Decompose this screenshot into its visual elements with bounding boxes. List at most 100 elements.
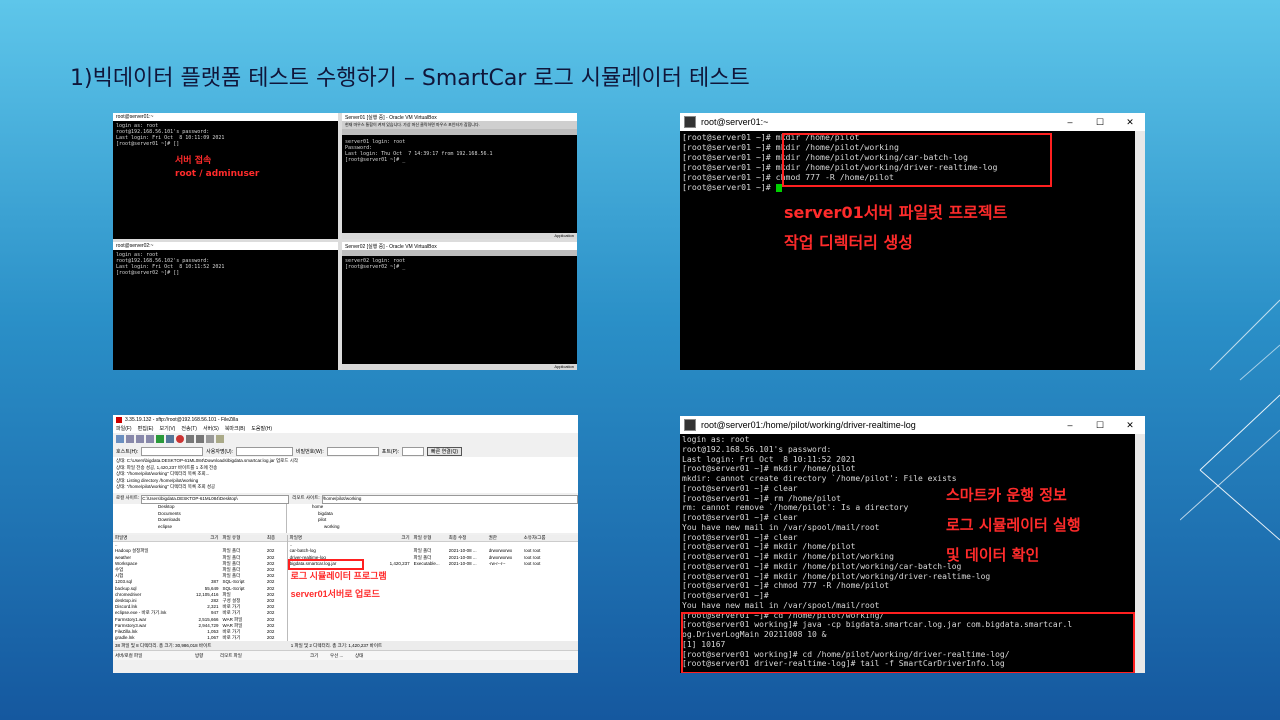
panel-server-login: root@server01:~ login as: root root@192.… [113,113,577,370]
column-header[interactable]: 우선 ... [330,651,355,660]
queue-header: 서버/로컬 파일 방향 리모트 파일 크기 우선 ... 상태 [113,650,578,660]
column-header[interactable]: 크기 [380,535,409,541]
annotation-line-1: server01서버 파일럿 프로젝트 [784,203,1008,222]
terminal-line: [root@server01 ~]# mkdir /home/pilot [682,464,856,474]
table-cell: root root [523,560,541,566]
column-header[interactable]: 파일 유형 [219,535,267,541]
column-header[interactable]: 서버/로컬 파일 [113,651,195,660]
port-input[interactable] [401,446,424,456]
local-site-path-input[interactable]: C:\Users\bigdata.DESKTOP-61ML084\Desktop… [141,495,290,504]
vertical-scrollbar[interactable] [1135,131,1145,370]
toolbar [113,433,578,445]
column-header[interactable]: 파일명 [288,535,380,541]
close-button[interactable]: ✕ [1115,420,1145,431]
toggle-queue-icon[interactable] [146,435,154,443]
column-header[interactable]: 크기 [310,651,330,660]
tree-item[interactable]: working [312,524,578,531]
column-header[interactable]: 리모트 파일 [220,651,310,660]
remote-site-path-input[interactable]: /home/pilot/working [321,495,578,504]
terminal-line: [root@server01 ~]# mkdir /home/pilot/wor… [682,552,894,561]
menu-bookmark[interactable]: 북마크(B) [225,425,245,433]
menu-help[interactable]: 도움말(H) [251,425,272,433]
column-header[interactable]: 파일 유형 [410,535,449,541]
remote-site-bar: 리모트 사이트: /home/pilot/working [289,495,578,504]
remote-status: 1 파일 및 2 디렉터리. 총 크기: 1,420,237 바이트 [290,643,383,648]
menu-transfer[interactable]: 전송(T) [181,425,197,433]
user-input[interactable] [235,446,293,456]
host-label: 호스트(H): [116,448,139,455]
slide-title: 1)빅데이터 플랫폼 테스트 수행하기 – SmartCar 로그 시뮬레이터 … [70,66,750,91]
remote-tree: home bigdata pilot working [287,504,578,533]
column-header[interactable]: 소유자/그룹 [524,535,564,541]
menu-bar: 파일(F) 편집(E) 보기(V) 전송(T) 서버(S) 북마크(B) 도움말… [113,425,578,433]
local-status: 38 파일 및 8 디렉터리. 총 크기: 30,986,018 바이트 [115,643,212,648]
local-rows: .. Hadoop 설정파일 파일 폴더 202 weather 파일 폴더 202 Work… [113,542,287,641]
putty-icon [684,116,696,128]
reconnect-icon[interactable] [196,435,204,443]
virtualbox-window-server01: Server01 [실행 중] - Oracle VM VirtualBox 현… [342,113,577,239]
annotation-server-login: 서버 접속 [175,156,212,166]
filter-icon[interactable] [206,435,214,443]
menu-file[interactable]: 파일(F) [116,425,132,433]
tree-item[interactable]: eclipse [158,524,286,531]
highlight-box [681,612,1135,673]
terminal-line: [root@server01 ~]# mkdir /home/pilot/wor… [682,571,991,581]
panel-filezilla: 3.35.19.132 - sftp://root@192.168.56.101… [113,415,578,673]
highlight-box [782,133,1052,187]
process-queue-icon[interactable] [166,435,174,443]
window-titlebar: root@server01:~ – ☐ ✕ [680,113,1145,131]
search-icon[interactable] [216,435,224,443]
column-header[interactable]: 최종 수정 [449,535,489,541]
terminal-line: [root@server01 ~]# mkdir /home/pilot/wor… [682,561,962,571]
terminal-line: [root@server01 ~]# rm /home/pilot [682,493,841,503]
terminal-line: mkdir: cannot create directory `/home/pi… [682,474,957,483]
close-button[interactable]: ✕ [1115,117,1145,128]
menu-server[interactable]: 서버(S) [203,425,219,433]
quickconnect-button[interactable]: 빠른 연결(Q) [426,446,462,456]
toggle-tree-icon[interactable] [136,435,144,443]
window-title: root@server01:~ [701,117,769,127]
column-header[interactable]: 최종 [267,535,287,541]
column-header[interactable]: 파일명 [113,535,184,541]
refresh-icon[interactable] [156,435,164,443]
minimize-button[interactable]: – [1055,117,1085,127]
panel-mkdir-terminal: root@server01:~ – ☐ ✕ [root@server01 ~]#… [680,113,1145,370]
local-site-bar: 로컬 사이트: C:\Users\bigdata.DESKTOP-61ML084… [113,495,290,504]
local-list-header: 파일명 크기 파일 유형 최종 [113,535,287,543]
putty-window-server01: root@server01:~ login as: root root@192.… [113,113,338,239]
maximize-button[interactable]: ☐ [1085,117,1115,128]
terminal-line: [root@server02 ~]# _ [345,264,406,270]
filezilla-icon [116,417,122,423]
column-header[interactable]: 상태 [355,651,380,660]
putty-icon [684,419,696,431]
cancel-icon[interactable] [176,435,184,443]
window-title: root@server01:~ [113,113,338,121]
terminal-line: [root@server01 ~]# [682,591,769,600]
maximize-button[interactable]: ☐ [1085,420,1115,431]
menu-edit[interactable]: 편집(E) [138,425,154,433]
terminal-prompt: [root@server01 ~]# [682,182,776,192]
host-input[interactable] [141,446,204,456]
table-cell: Executable... [413,560,440,566]
highlight-box [287,559,364,570]
mouse-integration-notice: 현재 마우스 통합이 켜져 있습니다. 가상 머신 클릭하면 마우스 포인터가 … [342,121,577,129]
column-header[interactable]: 권한 [489,535,524,541]
vertical-scrollbar[interactable] [1135,434,1145,673]
terminal-line: [root@server01 ~]# clear [682,483,798,493]
password-input[interactable] [326,446,379,456]
table-cell: 2021-10-08 ... [448,560,477,566]
annotation-line-2: 작업 디렉터리 생성 [784,233,913,252]
menu-view[interactable]: 보기(V) [159,425,175,433]
annotation-line-2: 로그 시뮬레이터 실행 [946,516,1081,534]
decorative-lines [1180,299,1280,541]
column-header[interactable]: 크기 [184,535,218,541]
site-manager-icon[interactable] [116,435,124,443]
local-file-list: 파일명 크기 파일 유형 최종 .. Hadoop 설정파일 파일 폴더 202 wea… [113,535,288,641]
site-bars: 로컬 사이트: C:\Users\bigdata.DESKTOP-61ML084… [113,495,578,504]
toggle-log-icon[interactable] [126,435,134,443]
minimize-button[interactable]: – [1055,420,1085,430]
window-title: Server02 [실행 중] - Oracle VM VirtualBox [342,242,577,250]
annotation-credentials: root / adminuser [175,169,260,179]
column-header[interactable]: 방향 [195,651,220,660]
disconnect-icon[interactable] [186,435,194,443]
